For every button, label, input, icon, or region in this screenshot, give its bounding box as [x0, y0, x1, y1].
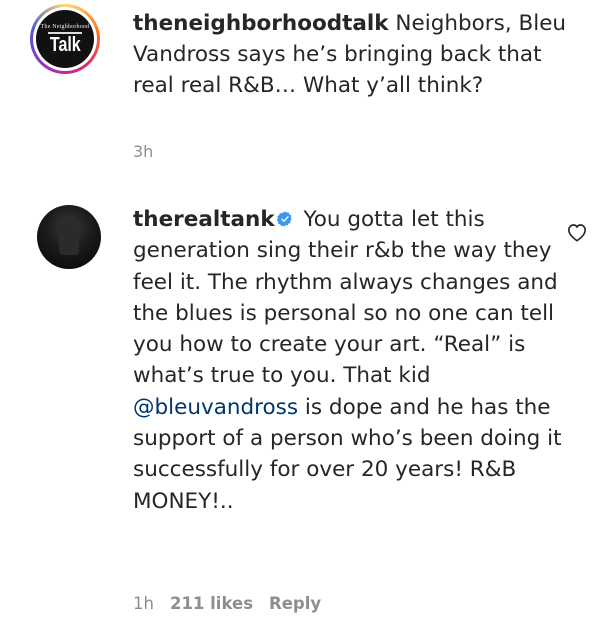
post-caption: theneighborhoodtalk Neighbors, Bleu Vand…: [133, 8, 573, 101]
comment-likes[interactable]: 211 likes: [170, 594, 253, 613]
comment-actions: 1h 211 likes Reply: [133, 594, 321, 613]
post-author-username[interactable]: theneighborhoodtalk: [133, 11, 389, 36]
logo-big-text: Talk: [49, 33, 81, 56]
mention-link[interactable]: @bleuvandross: [133, 395, 298, 420]
neighborhood-talk-logo: The Neighborhood Talk: [36, 10, 94, 68]
commenter-avatar[interactable]: [37, 205, 101, 269]
comment-text-part1: You gotta let this generation sing their…: [133, 207, 558, 389]
heart-icon[interactable]: [566, 222, 588, 242]
logo-small-text: The Neighborhood: [40, 23, 90, 30]
verified-badge-icon: [276, 211, 292, 227]
commenter-username[interactable]: therealtank: [133, 207, 275, 232]
reply-button[interactable]: Reply: [269, 594, 321, 613]
post-author-avatar[interactable]: The Neighborhood Talk: [30, 4, 100, 74]
post-timestamp[interactable]: 3h: [133, 142, 153, 161]
comment-timestamp[interactable]: 1h: [133, 594, 154, 613]
comment-body: therealtank You gotta let this generatio…: [133, 204, 563, 517]
